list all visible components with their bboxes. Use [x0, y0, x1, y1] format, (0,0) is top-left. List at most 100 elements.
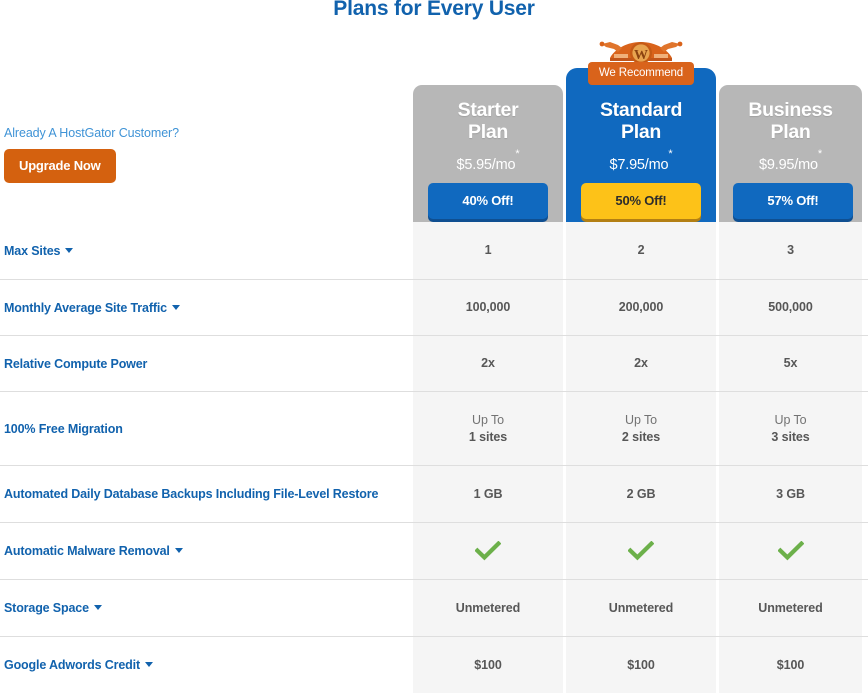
feature-value-cell: 2 GB — [566, 466, 716, 522]
feature-value-cells: Unmetered Unmetered Unmetered — [413, 580, 862, 636]
feature-value-cell: Unmetered — [413, 580, 563, 636]
feature-value-text: 3 GB — [776, 486, 805, 503]
discount-button-standard[interactable]: 50% Off! — [581, 183, 701, 219]
feature-value-text: 2 — [638, 242, 645, 259]
chevron-down-icon[interactable] — [94, 605, 102, 610]
feature-value-cell: 1 — [413, 222, 563, 279]
feature-label[interactable]: Google Adwords Credit — [4, 658, 153, 672]
feature-value-text: 2 sites — [622, 429, 660, 446]
feature-value-prefix: Up To — [469, 412, 507, 429]
table-row: Automated Daily Database Backups Includi… — [0, 465, 868, 522]
chevron-down-icon[interactable] — [172, 305, 180, 310]
feature-value-text: Unmetered — [456, 600, 520, 617]
feature-label: 100% Free Migration — [4, 422, 123, 436]
feature-value-text: Unmetered — [609, 600, 673, 617]
page-title: Plans for Every User — [0, 0, 868, 21]
feature-value-cell: Unmetered — [719, 580, 862, 636]
feature-value-prefix: Up To — [622, 412, 660, 429]
feature-label-text: Monthly Average Site Traffic — [4, 301, 167, 315]
feature-label-text: Google Adwords Credit — [4, 658, 140, 672]
feature-value-cell: Up To1 sites — [413, 392, 563, 465]
feature-value-text: 1 GB — [474, 486, 503, 503]
plan-price-standard: $7.95/mo* — [566, 154, 716, 173]
feature-value-cell: 2x — [413, 336, 563, 391]
feature-value-cell: 100,000 — [413, 280, 563, 335]
feature-value-text: 1 — [485, 242, 492, 259]
plan-header-business: Business Plan $9.95/mo* — [719, 100, 862, 172]
feature-value-cells — [413, 523, 862, 579]
feature-value-text: 2x — [634, 355, 648, 372]
table-row: Relative Compute Power 2x 2x 5x — [0, 335, 868, 391]
feature-value-group: Up To1 sites — [469, 412, 507, 446]
feature-label: Automated Daily Database Backups Includi… — [4, 487, 378, 501]
plan-name-business: Business Plan — [719, 100, 862, 144]
feature-value-cells: 123 — [413, 222, 862, 279]
feature-value-cell — [719, 523, 862, 579]
plan-name-starter: Starter Plan — [413, 100, 563, 144]
feature-label-text: Max Sites — [4, 244, 60, 258]
feature-label[interactable]: Storage Space — [4, 601, 102, 615]
feature-value-cell: Up To3 sites — [719, 392, 862, 465]
feature-label[interactable]: Monthly Average Site Traffic — [4, 301, 180, 315]
checkmark-icon — [475, 541, 501, 561]
feature-value-text: 3 sites — [771, 429, 809, 446]
feature-value-text: $100 — [777, 657, 804, 674]
feature-value-cell: $100 — [413, 637, 563, 693]
checkmark-icon — [628, 541, 654, 561]
upgrade-now-button[interactable]: Upgrade Now — [4, 149, 116, 183]
pricing-table-page: Plans for Every User Already A HostGator… — [0, 0, 868, 696]
feature-value-cell: 2x — [566, 336, 716, 391]
chevron-down-icon[interactable] — [175, 548, 183, 553]
feature-value-cell: $100 — [566, 637, 716, 693]
feature-value-text: 2 GB — [627, 486, 656, 503]
feature-value-cell: 5x — [719, 336, 862, 391]
plan-header-standard: Standard Plan $7.95/mo* — [566, 100, 716, 172]
feature-label-text: Relative Compute Power — [4, 357, 147, 371]
feature-value-text: 100,000 — [466, 299, 511, 316]
feature-value-prefix: Up To — [771, 412, 809, 429]
table-row: Google Adwords Credit $100 $100 $100 — [0, 636, 868, 693]
feature-value-text: $100 — [474, 657, 501, 674]
feature-value-cells: Up To1 sitesUp To2 sitesUp To3 sites — [413, 392, 862, 465]
existing-customer-question: Already A HostGator Customer? — [4, 126, 404, 140]
existing-customer-promo: Already A HostGator Customer? Upgrade No… — [4, 126, 404, 183]
table-row: Monthly Average Site Traffic 100,000 200,0… — [0, 279, 868, 335]
feature-label[interactable]: Max Sites — [4, 244, 73, 258]
we-recommend-badge: W We Recommend — [588, 36, 694, 86]
feature-value-cells: 100,000 200,000 500,000 — [413, 280, 862, 335]
feature-label-text: Automated Daily Database Backups Includi… — [4, 487, 378, 501]
feature-label-text: Storage Space — [4, 601, 89, 615]
feature-label[interactable]: Automatic Malware Removal — [4, 544, 183, 558]
table-row: Automatic Malware Removal — [0, 522, 868, 579]
svg-text:W: W — [634, 48, 648, 63]
feature-comparison-table: Max Sites123Monthly Average Site Traffic… — [0, 222, 868, 693]
feature-value-text: 1 sites — [469, 429, 507, 446]
feature-value-text: 2x — [481, 355, 495, 372]
feature-value-cell: 3 GB — [719, 466, 862, 522]
feature-value-group: Up To2 sites — [622, 412, 660, 446]
feature-value-cell — [413, 523, 563, 579]
chevron-down-icon[interactable] — [65, 248, 73, 253]
feature-value-group: Up To3 sites — [771, 412, 809, 446]
feature-value-cell: Up To2 sites — [566, 392, 716, 465]
plan-price-business: $9.95/mo* — [719, 154, 862, 173]
feature-label-text: Automatic Malware Removal — [4, 544, 170, 558]
feature-value-cell — [566, 523, 716, 579]
plan-header-starter: Starter Plan $5.95/mo* — [413, 100, 563, 172]
feature-value-text: 5x — [784, 355, 798, 372]
feature-value-cell: 200,000 — [566, 280, 716, 335]
feature-value-cells: 1 GB 2 GB 3 GB — [413, 466, 862, 522]
feature-value-text: 500,000 — [768, 299, 813, 316]
checkmark-icon — [778, 541, 804, 561]
feature-value-cell: 1 GB — [413, 466, 563, 522]
plan-price-starter: $5.95/mo* — [413, 154, 563, 173]
discount-button-business[interactable]: 57% Off! — [733, 183, 853, 219]
discount-button-starter[interactable]: 40% Off! — [428, 183, 548, 219]
feature-value-cell: 2 — [566, 222, 716, 279]
chevron-down-icon[interactable] — [145, 662, 153, 667]
table-row: 100% Free MigrationUp To1 sitesUp To2 si… — [0, 391, 868, 465]
plan-name-standard: Standard Plan — [566, 100, 716, 144]
feature-value-cells: 2x 2x 5x — [413, 336, 862, 391]
feature-value-text: 200,000 — [619, 299, 664, 316]
feature-value-cell: $100 — [719, 637, 862, 693]
